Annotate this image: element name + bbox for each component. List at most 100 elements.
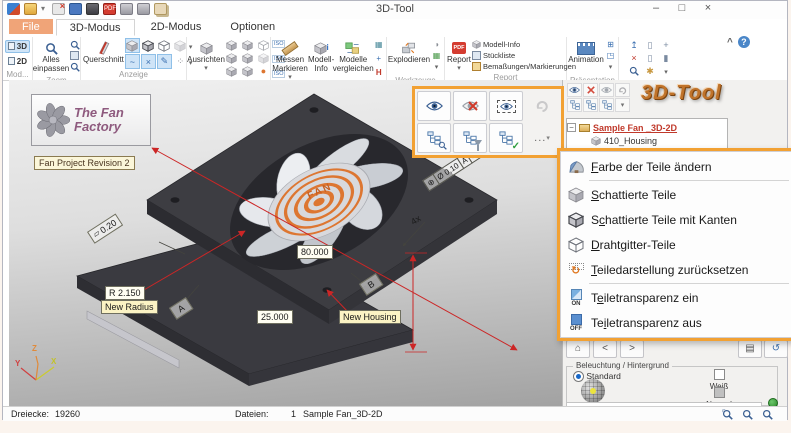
- apply-selection-button[interactable]: ✓: [489, 123, 523, 153]
- report-model-info-item[interactable]: Modell-Info: [472, 40, 576, 49]
- highlight-icon[interactable]: H: [372, 68, 385, 79]
- part-props-icon[interactable]: ▯: [643, 53, 658, 65]
- model-info-button[interactable]: i Modell-Info: [308, 38, 334, 81]
- part-list-icon[interactable]: ▯: [643, 40, 658, 52]
- filter-tree-button[interactable]: [453, 123, 487, 153]
- next-view-button[interactable]: >: [620, 340, 644, 358]
- mini-hide-parts-button[interactable]: [583, 83, 598, 97]
- maximize-button[interactable]: □: [669, 1, 695, 17]
- mode-3d-button[interactable]: 3D: [5, 39, 30, 53]
- white-background-checkbox[interactable]: [713, 369, 725, 380]
- copy-icon[interactable]: [154, 3, 167, 15]
- shadow-icon[interactable]: ◑: [430, 40, 443, 51]
- mini-undo-button[interactable]: [615, 83, 630, 97]
- align-button[interactable]: Ausrichten: [187, 38, 225, 80]
- undo-visibility-button[interactable]: [525, 91, 559, 121]
- pdf-export-icon[interactable]: PDF: [103, 3, 116, 15]
- move-part-icon[interactable]: +: [659, 40, 674, 52]
- menu-item-transparency-on[interactable]: ON Teiletransparenz ein: [561, 285, 791, 310]
- show-parts-button[interactable]: [417, 91, 451, 121]
- view-top-icon[interactable]: [224, 66, 239, 78]
- view-back-icon[interactable]: [240, 40, 255, 52]
- close-button[interactable]: ×: [695, 1, 721, 17]
- environment-icon[interactable]: ▦: [430, 51, 443, 62]
- tab-optionen[interactable]: Optionen: [217, 19, 288, 34]
- mini-show-selected-button[interactable]: [599, 83, 614, 97]
- compare-models-button[interactable]: Modelle vergleichen: [333, 38, 374, 81]
- find-part-icon[interactable]: [627, 66, 642, 78]
- tree-settings-icon[interactable]: ✱: [643, 66, 658, 78]
- tree-row-housing[interactable]: 410_Housing: [567, 134, 727, 147]
- view-free-icon[interactable]: [256, 53, 271, 65]
- mini-filter-tree-button[interactable]: [583, 98, 598, 112]
- tab-2d-modus[interactable]: 2D-Modus: [138, 19, 215, 34]
- mini-show-parts-button[interactable]: [567, 83, 582, 97]
- report-dimensions-item[interactable]: Bemaßungen/Markierungen: [472, 61, 576, 71]
- hide-parts-button[interactable]: [453, 91, 487, 121]
- mini-apply-selection-button[interactable]: [599, 98, 614, 112]
- measure-mark-button[interactable]: Messen Markieren: [272, 38, 308, 81]
- curves-toggle[interactable]: ~: [124, 54, 140, 69]
- restore-view-button[interactable]: ↺: [764, 340, 788, 358]
- open-file-icon[interactable]: [24, 3, 37, 15]
- snapshot-icon[interactable]: [86, 3, 99, 15]
- shaded-toggle[interactable]: [124, 38, 140, 53]
- show-part-icon[interactable]: ↥: [627, 40, 642, 52]
- annotation-toggle[interactable]: ✎: [156, 54, 172, 69]
- mini-select-tree-button[interactable]: [567, 98, 582, 112]
- compare-add-icon[interactable]: +: [372, 54, 385, 65]
- show-selected-only-button[interactable]: [489, 91, 523, 121]
- tab-3d-modus[interactable]: 3D-Modus: [55, 19, 135, 36]
- standard-radio[interactable]: [573, 371, 584, 383]
- normal-background-checkbox[interactable]: [713, 387, 725, 398]
- shaded-edges-toggle[interactable]: [141, 38, 156, 53]
- transparent-toggle[interactable]: [173, 38, 188, 53]
- view-right-icon[interactable]: [240, 53, 255, 65]
- zoom-window-icon[interactable]: [722, 409, 733, 420]
- menu-item-transparency-off[interactable]: OFF Teiletransparenz aus: [561, 310, 791, 335]
- zoom-out-small-icon[interactable]: [68, 62, 81, 73]
- tab-file[interactable]: File: [9, 19, 53, 34]
- report-bom-item[interactable]: Stückliste: [472, 50, 576, 60]
- more-options-button[interactable]: ...: [525, 123, 559, 153]
- open-dropdown-icon[interactable]: ▾: [41, 3, 48, 15]
- section-button[interactable]: Querschnitt: [83, 38, 124, 69]
- tools-dropdown-icon[interactable]: [430, 62, 443, 73]
- envelope-icon[interactable]: ▦: [372, 40, 385, 51]
- save-icon[interactable]: [69, 3, 82, 15]
- mini-more-button[interactable]: [615, 98, 630, 112]
- presentation-dropdown-icon[interactable]: [604, 62, 617, 73]
- view-left-icon[interactable]: [224, 53, 239, 65]
- points-toggle[interactable]: ⁘: [173, 54, 188, 69]
- tree-dropdown-icon[interactable]: [659, 66, 674, 78]
- save-view-button[interactable]: ▤: [738, 340, 762, 358]
- collapse-ribbon-button[interactable]: ^: [727, 37, 733, 48]
- tree-label-housing[interactable]: 410_Housing: [604, 136, 657, 146]
- lighting-sphere-preview[interactable]: [581, 379, 605, 403]
- menu-item-shaded-edges[interactable]: Schattierte Teile mit Kanten: [561, 207, 791, 232]
- tree-collapse-icon[interactable]: [567, 123, 576, 132]
- view-sphere-icon[interactable]: ●: [256, 66, 271, 78]
- help-button[interactable]: ?: [737, 36, 750, 48]
- zoom-in-small-icon[interactable]: [68, 40, 81, 51]
- fit-all-button[interactable]: Alles einpassen: [33, 38, 69, 75]
- print-preview-icon[interactable]: [120, 3, 133, 15]
- tree-row-root[interactable]: Sample Fan _3D-2D: [567, 121, 727, 134]
- menu-item-reset-display[interactable]: ↻ Teiledarstellung zurücksetzen: [561, 257, 791, 282]
- animation-button[interactable]: Animation: [568, 38, 604, 75]
- view-bottom-icon[interactable]: [240, 66, 255, 78]
- zoom-in-icon[interactable]: [742, 409, 753, 420]
- menu-item-change-color[interactable]: Farbe der Teile ändern: [561, 154, 791, 179]
- menu-item-wireframe[interactable]: Drahtgitter-Teile: [561, 232, 791, 257]
- wireframe-toggle[interactable]: [157, 38, 172, 53]
- default-view-button[interactable]: ⌂: [566, 340, 590, 358]
- report-button[interactable]: PDF Report: [447, 38, 471, 72]
- axes-toggle[interactable]: ×: [140, 54, 156, 69]
- walkthrough-icon[interactable]: ◳: [604, 51, 617, 62]
- zoom-out-icon[interactable]: [762, 409, 773, 420]
- minimize-button[interactable]: –: [643, 1, 669, 17]
- delete-part-icon[interactable]: ▮: [659, 53, 674, 65]
- tree-label-root[interactable]: Sample Fan _3D-2D: [593, 123, 677, 133]
- print-icon[interactable]: [137, 3, 150, 15]
- fullscreen-icon[interactable]: ⊞: [604, 40, 617, 51]
